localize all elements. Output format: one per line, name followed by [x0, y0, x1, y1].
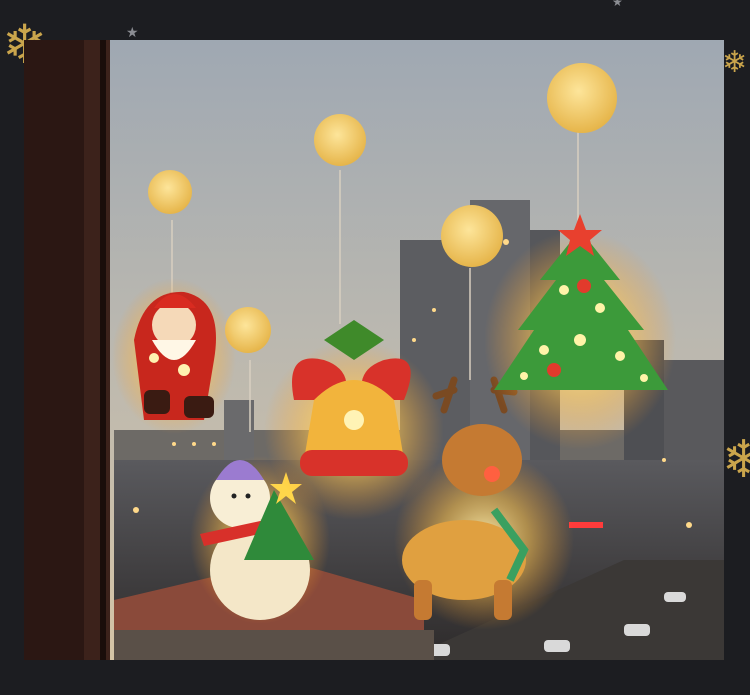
snowflake-top-right-icon: ❄ [722, 45, 748, 80]
window-frame [24, 40, 110, 660]
photo-illustration [24, 40, 724, 660]
christmas-lights-photo [24, 40, 724, 660]
santa-icon [112, 278, 236, 434]
star-top-right-icon: ★ [612, 0, 623, 9]
snowflake-right-icon: ❄ [722, 430, 750, 490]
star-top-left-icon: ★ [126, 25, 139, 41]
